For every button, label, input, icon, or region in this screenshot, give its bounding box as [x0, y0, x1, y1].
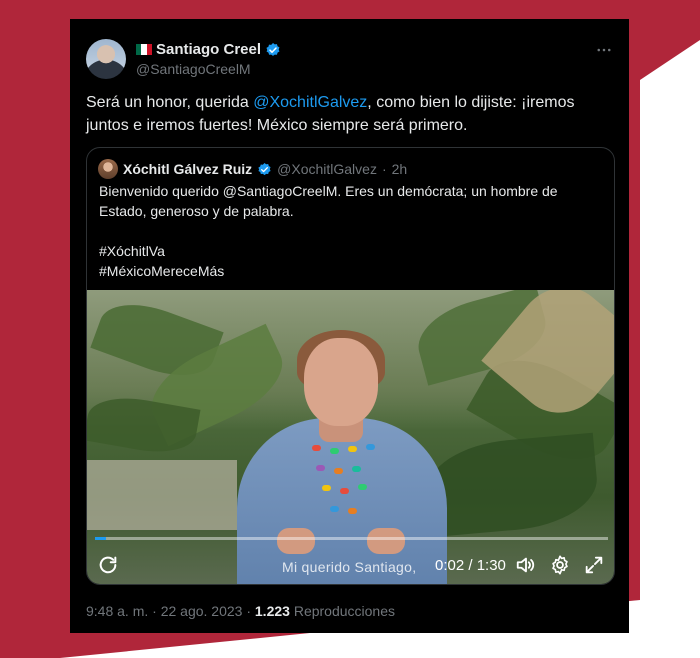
quoted-tweet[interactable]: Xóchitl Gálvez Ruiz @XochitlGalvez · 2h … — [86, 147, 615, 585]
verified-badge-icon — [258, 162, 271, 175]
author-name-row: Santiago Creel — [136, 41, 281, 58]
more-options-icon[interactable] — [595, 41, 613, 64]
tweet-text: Será un honor, querida @XochitlGalvez, c… — [86, 91, 606, 137]
author-avatar[interactable] — [86, 39, 126, 79]
video-caption: Mi querido Santiago, — [282, 559, 417, 575]
quoted-tweet-header: Xóchitl Gálvez Ruiz @XochitlGalvez · 2h — [98, 159, 407, 179]
author-handle[interactable]: @SantiagoCreelM — [136, 61, 251, 77]
video-player[interactable]: Mi querido Santiago, 0:02 / 1:30 — [87, 290, 614, 584]
quoted-author-handle[interactable]: @XochitlGalvez — [277, 161, 377, 177]
hashtag-mexicomerecemas[interactable]: #MéxicoMereceMás — [99, 261, 599, 281]
video-progress-fill — [95, 537, 107, 540]
video-progress-bar[interactable] — [95, 537, 608, 540]
quoted-tweet-age[interactable]: 2h — [392, 161, 408, 177]
video-necklace — [302, 440, 382, 530]
quoted-author-avatar[interactable] — [98, 159, 118, 179]
tweet-mention-link[interactable]: @XochitlGalvez — [253, 94, 367, 111]
video-time: 0:02 / 1:30 — [435, 557, 506, 574]
tweet-text-before: Será un honor, querida — [86, 94, 254, 111]
views-label: Reproducciones — [289, 603, 395, 619]
tweet-card: Santiago Creel @SantiagoCreelM Será un h… — [70, 19, 629, 633]
volume-icon[interactable] — [515, 554, 537, 576]
author-name[interactable]: Santiago Creel — [156, 41, 261, 58]
settings-gear-icon[interactable] — [549, 554, 571, 576]
fullscreen-icon[interactable] — [583, 554, 605, 576]
quoted-separator: · — [381, 161, 387, 177]
video-controls: Mi querido Santiago, 0:02 / 1:30 — [87, 548, 614, 582]
verified-badge-icon — [266, 42, 280, 56]
mexico-flag-icon — [136, 44, 152, 55]
hashtag-xochitlva[interactable]: #XóchitlVa — [99, 241, 599, 261]
quoted-author-name[interactable]: Xóchitl Gálvez Ruiz — [123, 161, 252, 177]
quoted-tweet-text: Bienvenido querido @SantiagoCreelM. Eres… — [99, 181, 599, 281]
tweet-header: Santiago Creel @SantiagoCreelM — [86, 39, 613, 79]
video-wall — [87, 460, 237, 530]
views-count: 1.223 — [254, 603, 290, 619]
replay-icon[interactable] — [97, 554, 119, 576]
tweet-footer: 9:48 a. m. · 22 ago. 2023 · 1.223 Reprod… — [86, 603, 395, 619]
quoted-text-line: Bienvenido querido @SantiagoCreelM. Eres… — [99, 183, 558, 219]
tweet-timestamp[interactable]: 9:48 a. m. · 22 ago. 2023 · — [86, 603, 255, 619]
